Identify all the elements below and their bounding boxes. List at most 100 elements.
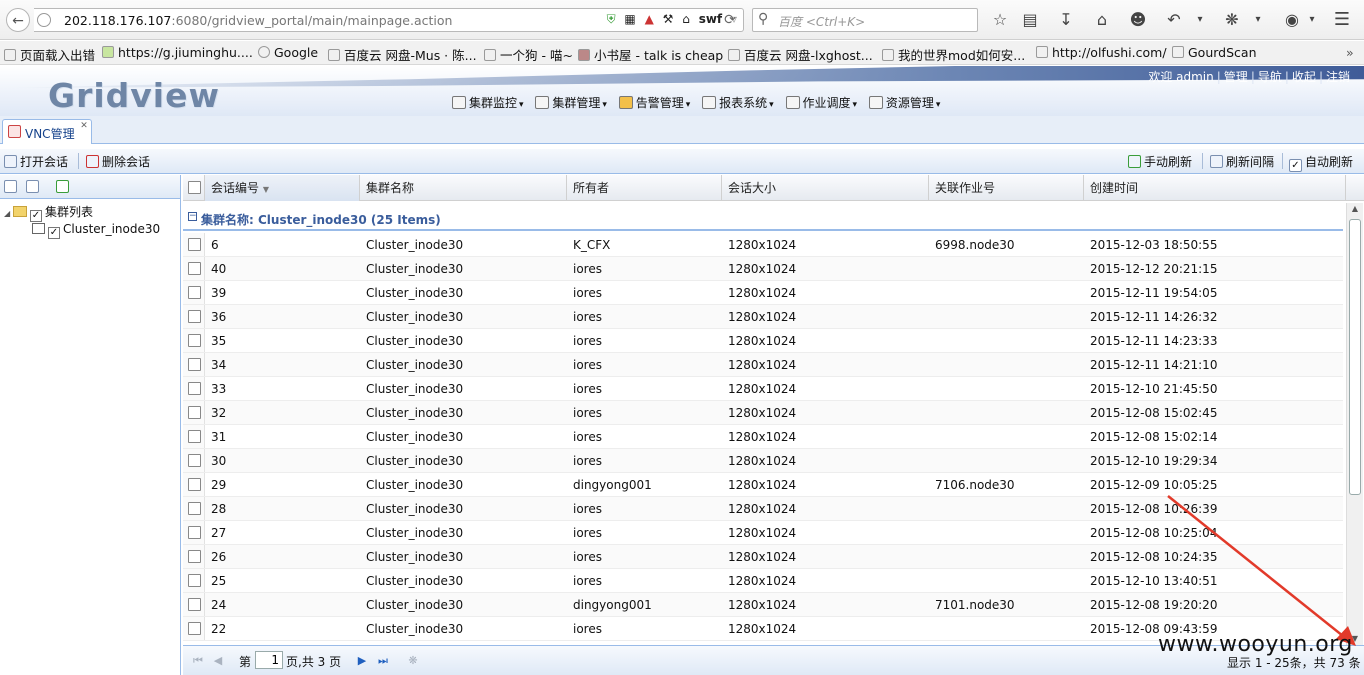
row-select-cell[interactable] bbox=[183, 497, 205, 520]
row-checkbox[interactable] bbox=[188, 526, 201, 539]
home-addon-icon[interactable]: ⌂ bbox=[682, 12, 690, 26]
row-select-cell[interactable] bbox=[183, 449, 205, 472]
row-select-cell[interactable] bbox=[183, 593, 205, 616]
nav-link[interactable]: 导航 bbox=[1258, 70, 1282, 84]
open-session-button[interactable]: 打开会话 bbox=[4, 153, 68, 170]
row-checkbox[interactable] bbox=[188, 382, 201, 395]
column-session-size[interactable]: 会话大小 bbox=[722, 175, 929, 201]
row-select-cell[interactable] bbox=[183, 401, 205, 424]
row-select-cell[interactable] bbox=[183, 521, 205, 544]
row-select-cell[interactable] bbox=[183, 305, 205, 328]
close-icon[interactable]: ✕ bbox=[79, 121, 89, 131]
row-select-cell[interactable] bbox=[183, 377, 205, 400]
scroll-thumb[interactable] bbox=[1349, 219, 1361, 495]
shield-icon[interactable]: ⛨ bbox=[607, 12, 616, 27]
menu-cluster-manage[interactable]: 集群管理 ▾ bbox=[535, 94, 607, 111]
row-checkbox[interactable] bbox=[188, 598, 201, 611]
bookmark-item[interactable]: 一个狗 - 喵~ bbox=[484, 45, 573, 64]
tree-checkbox[interactable]: ✓ bbox=[30, 210, 42, 222]
tab-vnc-manage[interactable]: VNC管理 ✕ bbox=[2, 119, 92, 144]
row-select-cell[interactable] bbox=[183, 425, 205, 448]
chevron-down-icon[interactable]: ▾ bbox=[1300, 8, 1324, 32]
table-row[interactable]: 6 Cluster_inode30 K_CFX 1280x1024 6998.node3… bbox=[183, 233, 1343, 257]
table-row[interactable]: 34 Cluster_inode30 iores 1280x1024 2015-12-1… bbox=[183, 353, 1343, 377]
delete-session-button[interactable]: 删除会话 bbox=[86, 153, 150, 170]
row-checkbox[interactable] bbox=[188, 550, 201, 563]
first-page-icon[interactable]: ⏮ bbox=[191, 654, 205, 668]
last-page-icon[interactable]: ⏭ bbox=[376, 654, 390, 668]
star-icon[interactable]: ☆ bbox=[988, 8, 1012, 32]
column-created-time[interactable]: 创建时间 bbox=[1084, 175, 1346, 201]
manual-refresh-button[interactable]: 手动刷新 bbox=[1128, 153, 1192, 170]
scroll-up-icon[interactable]: ▲ bbox=[1349, 203, 1361, 215]
refresh-icon[interactable] bbox=[56, 180, 69, 193]
next-page-icon[interactable]: ▶ bbox=[355, 654, 369, 668]
column-cluster-name[interactable]: 集群名称 bbox=[360, 175, 567, 201]
bookmark-item[interactable]: 百度云 网盘-lxghost... bbox=[728, 45, 873, 64]
row-checkbox[interactable] bbox=[188, 454, 201, 467]
logout-link[interactable]: 注销 bbox=[1326, 70, 1350, 84]
table-row[interactable]: 35 Cluster_inode30 iores 1280x1024 2015-12-1… bbox=[183, 329, 1343, 353]
row-select-cell[interactable] bbox=[183, 233, 205, 256]
menu-resource-manage[interactable]: 资源管理 ▾ bbox=[868, 94, 940, 111]
row-select-cell[interactable] bbox=[183, 353, 205, 376]
table-row[interactable]: 39 Cluster_inode30 iores 1280x1024 2015-12-1… bbox=[183, 281, 1343, 305]
row-checkbox[interactable] bbox=[188, 310, 201, 323]
auto-refresh-checkbox[interactable]: ✓ 自动刷新 bbox=[1289, 153, 1353, 172]
row-checkbox[interactable] bbox=[188, 238, 201, 251]
angular-icon[interactable]: ▲ bbox=[645, 12, 654, 26]
column-job-id[interactable]: 关联作业号 bbox=[929, 175, 1084, 201]
bookmark-item[interactable]: http://olfushi.com/ bbox=[1036, 45, 1167, 60]
row-select-cell[interactable] bbox=[183, 617, 205, 640]
chat-icon[interactable]: ☻ bbox=[1126, 8, 1150, 32]
library-icon[interactable]: ▤ bbox=[1018, 8, 1042, 32]
page-number-input[interactable] bbox=[255, 651, 283, 669]
prev-page-icon[interactable]: ◀ bbox=[211, 654, 225, 668]
undo-icon[interactable]: ↶ bbox=[1162, 8, 1186, 32]
bookmark-item[interactable]: 我的世界mod如何安... bbox=[882, 45, 1025, 64]
bookmarks-overflow-icon[interactable]: » bbox=[1346, 45, 1354, 60]
home-icon[interactable]: ⌂ bbox=[1090, 8, 1114, 32]
table-row[interactable]: 33 Cluster_inode30 iores 1280x1024 2015-12-1… bbox=[183, 377, 1343, 401]
row-checkbox[interactable] bbox=[188, 502, 201, 515]
expand-all-icon[interactable] bbox=[4, 180, 17, 193]
table-row[interactable]: 30 Cluster_inode30 iores 1280x1024 2015-12-1… bbox=[183, 449, 1343, 473]
tools-icon[interactable]: ⚒ bbox=[663, 12, 674, 26]
column-session-id[interactable]: 会话编号 ▼ bbox=[205, 175, 360, 201]
column-owner[interactable]: 所有者 bbox=[567, 175, 722, 201]
chevron-down-icon[interactable]: ▾ bbox=[1246, 8, 1270, 32]
row-checkbox[interactable] bbox=[188, 358, 201, 371]
expand-toggle-icon[interactable]: ◢ bbox=[4, 209, 13, 218]
refresh-interval-button[interactable]: 刷新间隔 bbox=[1210, 153, 1274, 170]
menu-cluster-monitor[interactable]: 集群监控 ▾ bbox=[452, 94, 524, 111]
tree-node-cluster[interactable]: ✓ Cluster_inode30 bbox=[32, 222, 160, 239]
menu-icon[interactable]: ☰ bbox=[1330, 8, 1354, 32]
collapse-group-icon[interactable]: − bbox=[188, 212, 197, 221]
admin-link[interactable]: 管理 bbox=[1224, 70, 1248, 84]
row-checkbox[interactable] bbox=[188, 262, 201, 275]
row-select-cell[interactable] bbox=[183, 569, 205, 592]
row-checkbox[interactable] bbox=[188, 430, 201, 443]
search-box[interactable]: ⚲ 百度 <Ctrl+K> bbox=[752, 8, 978, 32]
row-select-cell[interactable] bbox=[183, 329, 205, 352]
row-checkbox[interactable] bbox=[188, 334, 201, 347]
group-header[interactable]: − 集群名称: Cluster_inode30 (25 Items) bbox=[183, 205, 1343, 231]
qrcode-icon[interactable]: ▦ bbox=[624, 12, 635, 26]
menu-alert-manage[interactable]: 告警管理 ▾ bbox=[618, 94, 690, 111]
select-all-checkbox[interactable] bbox=[188, 181, 201, 194]
row-select-cell[interactable] bbox=[183, 473, 205, 496]
bookmark-item[interactable]: 小书屋 - talk is cheap bbox=[578, 45, 723, 64]
row-checkbox[interactable] bbox=[188, 478, 201, 491]
bookmark-item[interactable]: https://g.jiuminghu.... bbox=[102, 45, 253, 60]
row-select-cell[interactable] bbox=[183, 545, 205, 568]
chevron-down-icon[interactable]: ▾ bbox=[1188, 8, 1212, 32]
table-row[interactable]: 36 Cluster_inode30 iores 1280x1024 2015-12-1… bbox=[183, 305, 1343, 329]
bookmark-item[interactable]: 百度云 网盘-Mus · 陈... bbox=[328, 45, 477, 64]
row-checkbox[interactable] bbox=[188, 286, 201, 299]
menu-report-system[interactable]: 报表系统 ▾ bbox=[702, 94, 774, 111]
collapse-link[interactable]: 收起 bbox=[1292, 70, 1316, 84]
table-row[interactable]: 40 Cluster_inode30 iores 1280x1024 2015-12-1… bbox=[183, 257, 1343, 281]
address-bar[interactable]: 202.118.176.107:6080/gridview_portal/mai… bbox=[34, 8, 744, 32]
select-all-header[interactable] bbox=[183, 175, 205, 201]
tree-node-root[interactable]: ◢ ✓ 集群列表 bbox=[4, 203, 93, 222]
